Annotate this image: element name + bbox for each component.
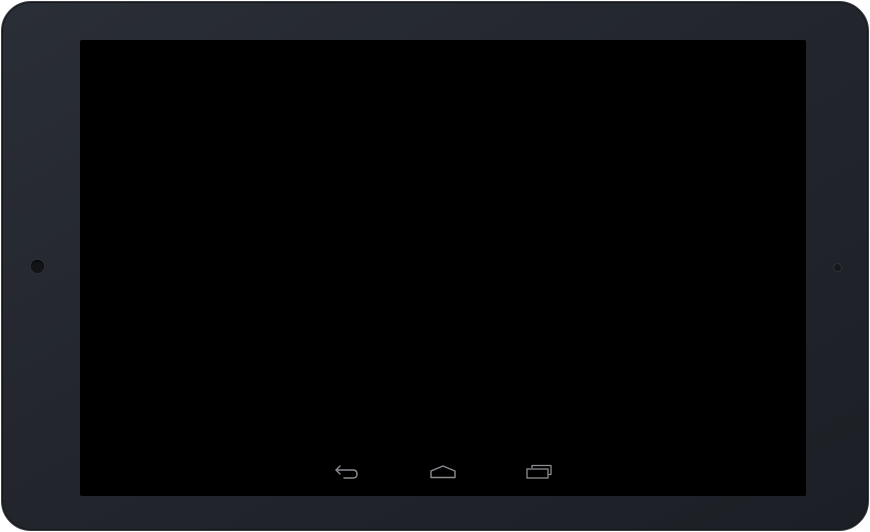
home-icon	[430, 465, 456, 479]
device-screen[interactable]	[80, 40, 806, 496]
recent-apps-button[interactable]	[519, 454, 559, 490]
back-arrow-icon	[335, 465, 358, 479]
light-sensor	[834, 264, 841, 271]
back-button[interactable]	[327, 454, 367, 490]
front-camera	[31, 260, 44, 273]
navigation-bar	[80, 448, 806, 496]
recent-apps-icon	[526, 464, 552, 479]
home-button[interactable]	[423, 454, 463, 490]
tablet-frame	[1, 1, 869, 531]
